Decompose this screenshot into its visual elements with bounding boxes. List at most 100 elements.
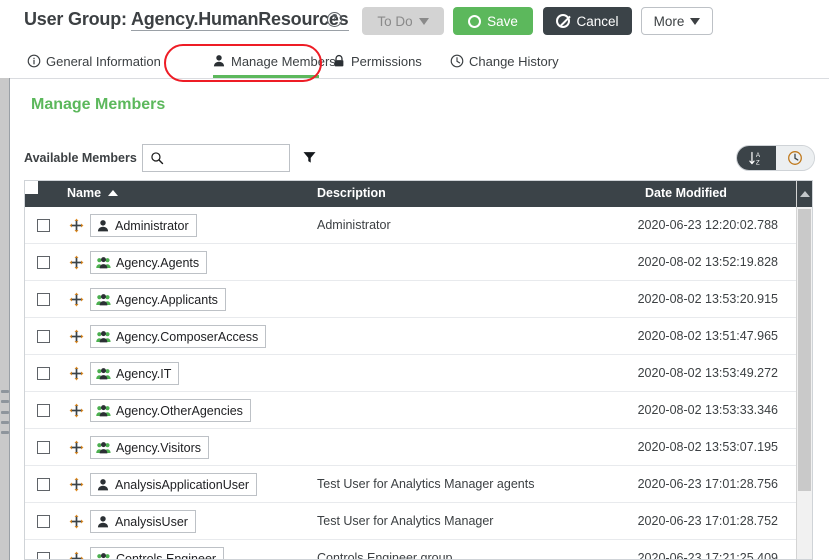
member-date-modified: 2020-06-23 12:20:02.788 [637,218,778,232]
table-row[interactable]: AnalysisUser Test User for Analytics Mana… [25,503,812,540]
left-splitter[interactable] [0,0,10,560]
tab-general-information[interactable]: General Information [27,44,161,78]
row-drag-handle[interactable] [69,403,84,418]
row-checkbox[interactable] [37,478,50,491]
row-drag-handle[interactable] [69,514,84,529]
move-handle-icon [69,255,84,270]
move-handle-icon [69,440,84,455]
row-checkbox[interactable] [37,293,50,306]
member-description: Controls Engineer group [317,551,453,559]
member-description: Administrator [317,218,391,232]
row-checkbox[interactable] [37,367,50,380]
tab-change-history[interactable]: Change History [450,44,559,78]
svg-text:A: A [756,152,761,159]
table-row[interactable]: Agency.OtherAgencies 2020-08-02 13:53:33.… [25,392,812,429]
tab-manage-members[interactable]: Manage Members [212,44,336,78]
left-splitter-top-gap [0,0,10,78]
member-chip[interactable]: Agency.Applicants [90,288,226,311]
group-icon [96,441,111,453]
table-row[interactable]: Agency.Agents 2020-08-02 13:52:19.828 [25,244,812,281]
member-name: Administrator [115,218,189,233]
row-checkbox[interactable] [37,441,50,454]
more-button[interactable]: More [641,7,713,35]
save-label: Save [487,13,518,29]
table-row[interactable]: Agency.ComposerAccess 2020-08-02 13:51:47… [25,318,812,355]
member-chip[interactable]: Controls Engineer [90,547,225,559]
todo-dropdown-button[interactable]: To Do [362,7,444,35]
column-header-name[interactable]: Name [67,186,119,200]
clock-icon [450,54,464,68]
row-checkbox[interactable] [37,330,50,343]
sort-alpha-toggle[interactable]: A Z [737,146,776,170]
question-circle-icon[interactable]: ? [327,12,342,27]
circle-icon [468,14,482,28]
ban-icon [556,14,571,28]
row-drag-handle[interactable] [69,329,84,344]
group-icon [96,256,111,268]
funnel-icon[interactable] [302,150,317,165]
member-name: Agency.ComposerAccess [116,329,259,344]
member-chip[interactable]: Agency.Agents [90,251,208,274]
member-chip[interactable]: Agency.IT [90,362,180,385]
member-chip[interactable]: Agency.OtherAgencies [90,399,251,422]
row-drag-handle[interactable] [69,366,84,381]
row-drag-handle[interactable] [69,292,84,307]
column-header-description[interactable]: Description [317,186,386,200]
table-row[interactable]: Agency.IT 2020-08-02 13:53:49.272 [25,355,812,392]
member-chip[interactable]: Agency.ComposerAccess [90,325,267,348]
table-row[interactable]: Agency.Applicants 2020-08-02 13:53:20.915 [25,281,812,318]
row-drag-handle[interactable] [69,551,84,559]
member-name: Agency.Agents [116,255,200,270]
history-toggle[interactable] [775,146,814,170]
scroll-up-button[interactable] [797,181,812,207]
row-drag-handle[interactable] [69,255,84,270]
table-row[interactable]: Administrator Administrator 2020-06-23 12:… [25,207,812,244]
column-header-date-modified-label: Date Modified [645,186,727,200]
group-icon [96,293,111,305]
row-checkbox[interactable] [37,515,50,528]
row-checkbox[interactable] [37,256,50,269]
cancel-button[interactable]: Cancel [543,7,632,35]
search-input[interactable] [169,145,287,171]
column-header-date-modified[interactable]: Date Modified [645,186,727,200]
save-button[interactable]: Save [453,7,533,35]
member-date-modified: 2020-06-23 17:01:28.752 [637,514,778,528]
person-icon [97,219,109,231]
member-date-modified: 2020-08-02 13:53:20.915 [637,292,778,306]
cancel-label: Cancel [576,13,619,29]
scrollbar-thumb[interactable] [798,209,811,491]
row-drag-handle[interactable] [69,218,84,233]
table-vertical-scrollbar[interactable] [796,181,812,559]
member-name: AnalysisApplicationUser [115,477,250,492]
move-handle-icon [69,218,84,233]
sort-alpha-icon: A Z [749,151,761,166]
row-checkbox[interactable] [37,219,50,232]
member-chip[interactable]: Administrator [90,214,197,237]
table-row[interactable]: Agency.Visitors 2020-08-02 13:53:07.195 [25,429,812,466]
move-handle-icon [69,292,84,307]
select-all-checkbox[interactable] [25,181,38,194]
member-date-modified: 2020-08-02 13:53:07.195 [637,440,778,454]
member-chip[interactable]: AnalysisUser [90,510,196,533]
row-checkbox[interactable] [37,552,50,559]
row-drag-handle[interactable] [69,477,84,492]
move-handle-icon [69,329,84,344]
splitter-grip-handle[interactable] [1,390,9,434]
row-drag-handle[interactable] [69,440,84,455]
move-handle-icon [69,366,84,381]
table-row[interactable]: Controls Engineer Controls Engineer group… [25,540,812,559]
page-title-group-name: Agency.HumanResources [130,9,349,31]
member-chip[interactable]: AnalysisApplicationUser [90,473,258,496]
view-toggle-group[interactable]: A Z [736,145,815,171]
table-row[interactable]: AnalysisApplicationUser Test User for Ana… [25,466,812,503]
search-box[interactable] [142,144,290,172]
tab-permissions[interactable]: Permissions [332,44,422,78]
tab-permissions-label: Permissions [351,53,422,69]
member-chip[interactable]: Agency.Visitors [90,436,209,459]
row-checkbox[interactable] [37,404,50,417]
group-icon [96,367,111,379]
section-title: Manage Members [31,96,166,113]
column-header-name-label: Name [67,186,102,200]
member-name: Agency.Visitors [116,440,201,455]
member-date-modified: 2020-08-02 13:52:19.828 [637,255,778,269]
